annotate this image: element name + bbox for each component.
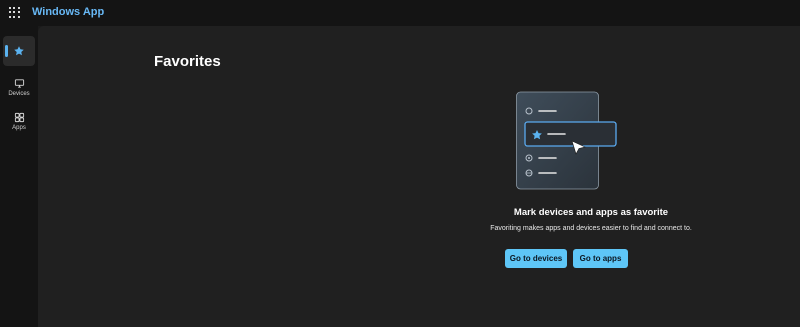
main-content: Favorites Mark devices and apps as favor… — [38, 26, 800, 327]
sidebar-item-devices[interactable]: Devices — [3, 70, 35, 104]
go-to-devices-button[interactable]: Go to devices — [505, 249, 567, 268]
star-icon — [14, 46, 24, 56]
favorites-illustration — [516, 91, 617, 190]
app-title: Windows App — [32, 6, 105, 18]
sidebar: Devices Apps — [0, 26, 38, 327]
selection-indicator — [5, 45, 8, 57]
page-title: Favorites — [154, 53, 221, 70]
monitor-icon — [14, 78, 24, 88]
go-to-apps-button[interactable]: Go to apps — [573, 249, 628, 268]
sidebar-item-label: Apps — [12, 124, 26, 131]
apps-grid-icon — [14, 112, 24, 122]
empty-state-heading: Mark devices and apps as favorite — [513, 207, 669, 218]
sidebar-item-apps[interactable]: Apps — [3, 104, 35, 138]
title-bar: Windows App — [0, 0, 800, 26]
sidebar-item-label: Devices — [8, 90, 30, 97]
app-launcher-icon[interactable] — [7, 5, 21, 19]
sidebar-item-favorites[interactable] — [3, 36, 35, 66]
empty-state-description: Favoriting makes apps and devices easier… — [490, 225, 692, 232]
